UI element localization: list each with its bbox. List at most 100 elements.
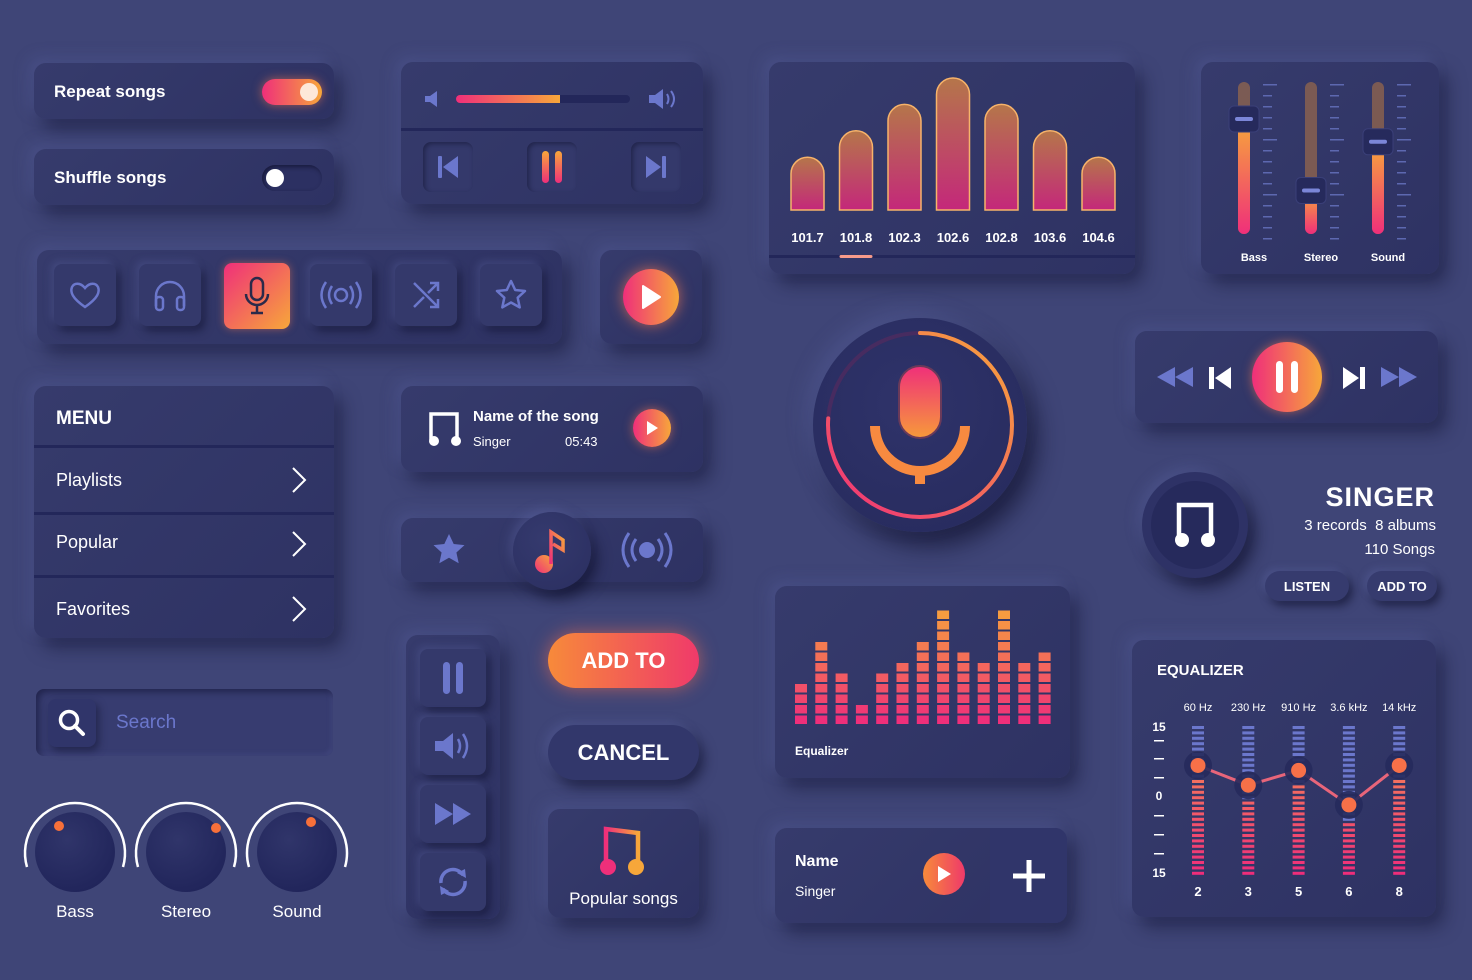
equalizer-segment	[896, 705, 909, 714]
band-segment	[1242, 753, 1255, 756]
band-segment	[1393, 747, 1406, 751]
star-button[interactable]	[480, 264, 542, 326]
shuffle-button[interactable]	[395, 264, 457, 326]
band-segment	[1393, 844, 1406, 848]
play-card	[600, 250, 702, 344]
band-label: 230 Hz	[1231, 702, 1266, 714]
search-button[interactable]	[48, 699, 96, 747]
slider-tick	[1263, 194, 1277, 196]
band-segment	[1393, 866, 1406, 870]
band-segment	[1292, 861, 1305, 864]
equalizer-panel: EQUALIZER 15 0 15 60 Hz 2 230 Hz 3 910 Hz 5 3.6 k…	[1132, 640, 1436, 917]
band-segment	[1342, 747, 1355, 751]
band-label: 60 Hz	[1184, 702, 1213, 714]
microphone-button[interactable]	[224, 263, 290, 329]
slider-tick	[1263, 205, 1272, 207]
slider-tick	[1330, 238, 1339, 240]
frequency-bar	[838, 130, 874, 211]
frequency-label: 104.6	[1082, 230, 1115, 245]
popular-songs-tile[interactable]: Popular songs	[548, 809, 699, 918]
repeat-switch[interactable]	[262, 79, 322, 105]
band-segment	[1342, 823, 1355, 827]
band-segment	[1242, 736, 1255, 740]
equalizer-segment	[916, 652, 929, 661]
fast-forward-icon[interactable]	[1379, 365, 1419, 389]
transport-bar	[1135, 331, 1438, 423]
star-filled-icon[interactable]	[431, 532, 467, 566]
track-play-button[interactable]	[923, 853, 965, 895]
equalizer-segment	[937, 673, 950, 682]
broadcast-button[interactable]	[310, 264, 372, 326]
slider-tick	[1397, 216, 1406, 218]
equalizer-segment	[937, 684, 950, 693]
shuffle-switch[interactable]	[262, 165, 322, 191]
equalizer-segment	[1038, 673, 1051, 682]
search-input[interactable]	[116, 707, 316, 739]
slider-tick	[1263, 172, 1272, 174]
equalizer-segment	[957, 715, 970, 724]
slider-tick	[1330, 139, 1344, 141]
transport-pause-button[interactable]	[1252, 342, 1322, 412]
band-segment	[1393, 807, 1406, 810]
play-icon	[938, 866, 951, 882]
play-song-button[interactable]	[633, 409, 671, 447]
menu-item-popular[interactable]: Popular	[34, 515, 334, 575]
skip-forward-icon[interactable]	[1341, 365, 1367, 391]
voice-record-button[interactable]	[813, 318, 1027, 532]
band-segment	[1342, 839, 1355, 843]
pause-button[interactable]	[527, 142, 577, 192]
frequency-bar	[935, 77, 971, 211]
equalizer-segment	[916, 663, 929, 672]
knob-indicator	[54, 821, 64, 831]
prev-button[interactable]	[423, 142, 473, 192]
add-to-button[interactable]: ADD TO	[548, 633, 699, 688]
rewind-icon[interactable]	[1155, 365, 1195, 389]
play-button[interactable]	[623, 269, 679, 325]
heart-button[interactable]	[54, 264, 116, 326]
equalizer-segment	[1018, 715, 1031, 724]
broadcast-filled-icon[interactable]	[621, 530, 673, 570]
singer-add-to-button[interactable]: ADD TO	[1367, 571, 1437, 601]
next-button[interactable]	[631, 142, 681, 192]
skip-back-icon[interactable]	[1207, 365, 1233, 391]
band-segment	[1192, 861, 1204, 864]
menu-item-playlists[interactable]: Playlists	[34, 448, 334, 512]
equalizer-visualizer: Equalizer	[775, 586, 1070, 778]
equalizer-segment	[795, 705, 807, 714]
slider-tick	[1397, 194, 1411, 196]
band-segment	[1242, 844, 1255, 848]
add-track-button[interactable]	[990, 828, 1067, 923]
equalizer-segment	[937, 715, 950, 724]
side-volume-button[interactable]	[420, 717, 486, 775]
skip-forward-icon	[646, 156, 666, 178]
y-tick-mark	[1154, 815, 1164, 817]
equalizer-segment	[957, 663, 970, 672]
band-segment	[1393, 812, 1406, 816]
band-segment	[1192, 807, 1204, 810]
band-segment	[1192, 823, 1204, 827]
side-repeat-button[interactable]	[420, 853, 486, 911]
equalizer-segment	[937, 642, 950, 651]
band-segment	[1342, 742, 1355, 746]
broadcast-icon	[320, 281, 362, 309]
volume-slider[interactable]	[456, 95, 630, 103]
headphones-button[interactable]	[139, 264, 201, 326]
side-pause-button[interactable]	[420, 649, 486, 707]
band-segment	[1393, 823, 1406, 827]
band-segment	[1292, 812, 1305, 816]
equalizer-segment	[1038, 715, 1051, 724]
band-segment	[1292, 839, 1305, 843]
slider-tick	[1263, 95, 1272, 97]
band-segment	[1242, 758, 1255, 762]
music-note-round-button[interactable]	[513, 512, 591, 590]
band-handle	[1291, 762, 1307, 778]
equalizer-segment	[855, 705, 868, 714]
side-fast-forward-button[interactable]	[420, 785, 486, 843]
listen-button[interactable]: LISTEN	[1265, 571, 1349, 601]
equalizer-segment	[1018, 663, 1031, 672]
cancel-button[interactable]: CANCEL	[548, 725, 699, 780]
menu-item-favorites[interactable]: Favorites	[34, 578, 334, 638]
band-value: 8	[1396, 884, 1403, 899]
equalizer-segment	[998, 684, 1010, 693]
slider-tick	[1397, 172, 1406, 174]
